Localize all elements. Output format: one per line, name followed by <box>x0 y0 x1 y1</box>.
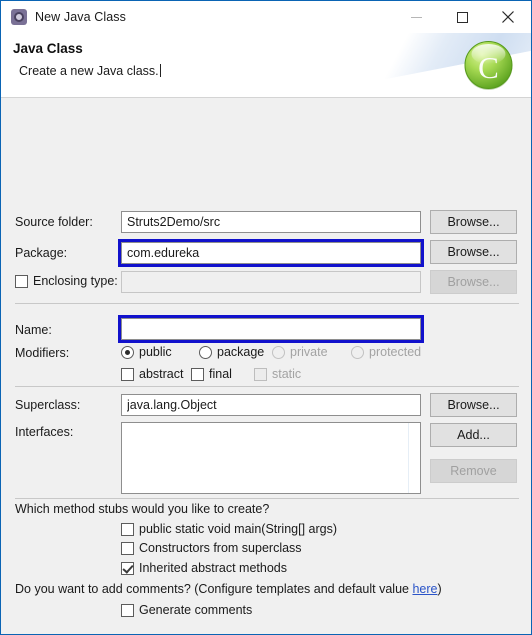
package-radio-label: package <box>217 345 265 359</box>
main-method-label: public static void main(String[] args) <box>139 522 337 536</box>
generate-comments-row[interactable]: Generate comments <box>121 603 252 617</box>
constructors-label: Constructors from superclass <box>139 541 302 555</box>
stub-constructors-row[interactable]: Constructors from superclass <box>121 541 302 555</box>
static-checkbox[interactable] <box>254 367 267 381</box>
enclosing-type-input[interactable] <box>121 271 421 293</box>
dialog-body: Source folder: Browse... Package: Browse… <box>1 98 531 634</box>
separator-top <box>15 303 519 304</box>
inherited-abstract-label: Inherited abstract methods <box>139 561 287 575</box>
enclosing-type-checkbox[interactable] <box>15 274 28 288</box>
separator-bottom <box>15 498 519 499</box>
interfaces-remove-button[interactable]: Remove <box>430 459 517 483</box>
configure-templates-link[interactable]: here <box>412 582 437 596</box>
modifier-radio-package[interactable]: package <box>199 345 264 359</box>
superclass-input[interactable] <box>121 394 421 416</box>
enclosing-type-row[interactable]: Enclosing type: <box>15 274 118 288</box>
generate-comments-label: Generate comments <box>139 603 253 617</box>
stub-main-method-row[interactable]: public static void main(String[] args) <box>121 522 337 536</box>
package-label: Package: <box>15 246 68 260</box>
separator-middle <box>15 386 519 387</box>
page-description: Create a new Java class. <box>19 64 161 78</box>
package-radio[interactable] <box>199 345 212 359</box>
stub-inherited-row[interactable]: Inherited abstract methods <box>121 561 287 575</box>
page-description-text: Create a new Java class. <box>19 64 159 78</box>
modifier-radio-private[interactable]: private <box>272 345 328 359</box>
final-label: final <box>209 367 232 381</box>
maximize-button[interactable] <box>439 1 485 33</box>
wizard-gear-icon <box>11 9 27 25</box>
name-label: Name: <box>15 323 52 337</box>
superclass-label: Superclass: <box>15 398 81 412</box>
comments-question-suffix: ) <box>437 582 442 596</box>
final-checkbox[interactable] <box>191 367 204 381</box>
svg-text:C: C <box>478 50 499 85</box>
modifiers-label: Modifiers: <box>15 346 70 360</box>
method-stubs-question: Which method stubs would you like to cre… <box>15 502 270 516</box>
wizard-header: Java Class Create a new Java class. C <box>1 33 531 98</box>
abstract-label: abstract <box>139 367 184 381</box>
main-method-checkbox[interactable] <box>121 522 134 536</box>
source-folder-browse-button[interactable]: Browse... <box>430 210 517 234</box>
page-title: Java Class <box>13 41 83 56</box>
modifier-checkbox-static[interactable]: static <box>254 367 301 381</box>
interfaces-list[interactable] <box>121 422 421 494</box>
public-radio[interactable] <box>121 345 134 359</box>
enclosing-type-browse-button[interactable]: Browse... <box>430 270 517 294</box>
source-folder-input[interactable] <box>121 211 421 233</box>
source-folder-label: Source folder: <box>15 215 93 229</box>
window-controls <box>393 1 531 33</box>
name-input[interactable] <box>121 318 421 340</box>
text-caret <box>159 64 161 77</box>
modifier-radio-protected[interactable]: protected <box>351 345 421 359</box>
constructors-checkbox[interactable] <box>121 541 134 555</box>
close-button[interactable] <box>485 1 531 33</box>
private-radio-label: private <box>290 345 328 359</box>
abstract-checkbox[interactable] <box>121 367 134 381</box>
static-label: static <box>272 367 302 381</box>
package-browse-button[interactable]: Browse... <box>430 240 517 264</box>
title-bar: New Java Class <box>1 1 531 33</box>
protected-radio[interactable] <box>351 345 364 359</box>
modifier-checkbox-abstract[interactable]: abstract <box>121 367 183 381</box>
interfaces-scrollbar[interactable] <box>408 423 420 493</box>
new-java-class-dialog: New Java Class Java Class Create a new J… <box>0 0 532 635</box>
protected-radio-label: protected <box>369 345 422 359</box>
interfaces-add-button[interactable]: Add... <box>430 423 517 447</box>
comments-question: Do you want to add comments? (Configure … <box>15 582 442 596</box>
inherited-abstract-checkbox[interactable] <box>121 561 134 575</box>
minimize-button[interactable] <box>393 1 439 33</box>
window-title: New Java Class <box>35 10 127 24</box>
package-input[interactable] <box>121 242 421 264</box>
comments-question-prefix: Do you want to add comments? (Configure … <box>15 582 413 596</box>
interfaces-label: Interfaces: <box>15 425 74 439</box>
modifier-radio-public[interactable]: public <box>121 345 172 359</box>
modifier-checkbox-final[interactable]: final <box>191 367 232 381</box>
public-radio-label: public <box>139 345 172 359</box>
private-radio[interactable] <box>272 345 285 359</box>
enclosing-type-label: Enclosing type: <box>33 274 118 288</box>
superclass-browse-button[interactable]: Browse... <box>430 393 517 417</box>
java-class-wizard-icon: C <box>464 41 513 90</box>
generate-comments-checkbox[interactable] <box>121 603 134 617</box>
